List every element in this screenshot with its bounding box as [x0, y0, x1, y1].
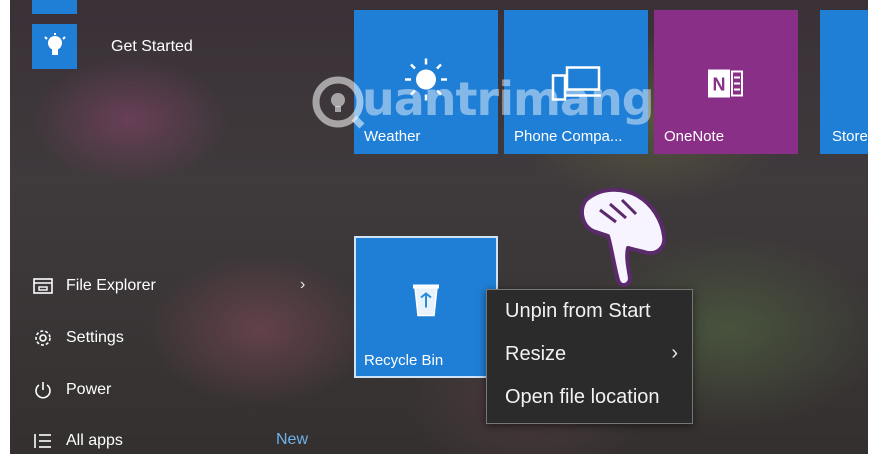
- recycle-bin-label: Recycle Bin: [364, 352, 444, 369]
- gear-icon: [32, 327, 54, 349]
- power-item[interactable]: Power: [32, 373, 111, 407]
- power-icon: [32, 379, 54, 401]
- get-started-item[interactable]: Get Started: [32, 24, 193, 69]
- lightbulb-icon: [32, 24, 77, 69]
- svg-text:N: N: [713, 75, 726, 95]
- file-explorer-item[interactable]: File Explorer: [32, 269, 156, 303]
- chevron-right-icon[interactable]: ›: [300, 276, 305, 294]
- start-left-pane: Get Started File Explorer › Settings Pow…: [10, 0, 340, 454]
- start-menu-screen: Get Started File Explorer › Settings Pow…: [10, 0, 868, 454]
- phone-companion-label: Phone Compa...: [514, 128, 623, 145]
- onenote-tile[interactable]: N OneNote: [654, 10, 798, 154]
- get-started-label: Get Started: [111, 37, 193, 55]
- chevron-right-icon[interactable]: ›: [671, 342, 678, 365]
- onenote-icon: N: [706, 66, 746, 107]
- folder-icon: [32, 275, 54, 297]
- power-label: Power: [66, 381, 112, 398]
- unpin-from-start-item[interactable]: Unpin from Start: [505, 300, 651, 323]
- settings-item[interactable]: Settings: [32, 321, 124, 355]
- list-icon: [32, 430, 54, 452]
- settings-label: Settings: [66, 329, 124, 346]
- devices-icon: [551, 66, 601, 107]
- onenote-label: OneNote: [664, 128, 725, 145]
- weather-tile[interactable]: Weather: [354, 10, 498, 154]
- open-file-location-item[interactable]: Open file location: [505, 386, 660, 409]
- weather-label: Weather: [364, 128, 421, 145]
- pointing-hand-icon: [579, 187, 667, 287]
- resize-item[interactable]: Resize: [505, 343, 566, 366]
- tile-context-menu: Unpin from Start Resize › Open file loca…: [486, 289, 693, 424]
- new-badge: New: [276, 431, 309, 448]
- all-apps-label: All apps: [66, 432, 123, 449]
- file-explorer-label: File Explorer: [66, 277, 156, 294]
- all-apps-item[interactable]: All apps: [32, 424, 123, 454]
- recycle-bin-tile[interactable]: Recycle Bin: [354, 236, 498, 378]
- sun-icon: [403, 57, 449, 108]
- store-label: Store: [832, 128, 868, 145]
- recycle-bin-icon: [411, 282, 441, 323]
- phone-companion-tile[interactable]: Phone Compa...: [504, 10, 648, 154]
- top-tile-strip[interactable]: [32, 0, 77, 14]
- store-tile[interactable]: Store: [820, 10, 868, 154]
